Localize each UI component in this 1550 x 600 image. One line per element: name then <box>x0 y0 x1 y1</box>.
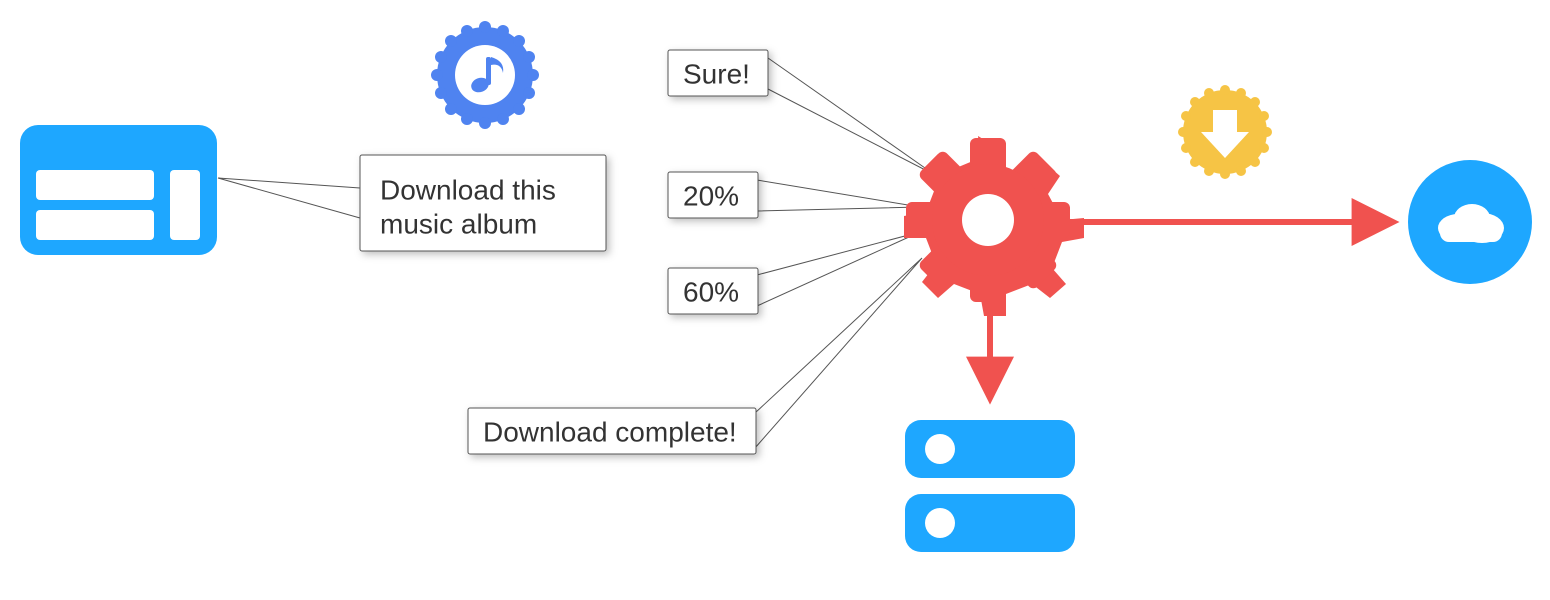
callout-20: 20% <box>668 172 758 218</box>
callout-60-text: 60% <box>683 276 739 307</box>
music-note-badge-icon <box>431 21 539 129</box>
gear-icon <box>904 136 1084 316</box>
callout-request-line2: music album <box>380 208 537 239</box>
download-arrow-badge-icon <box>1178 85 1272 179</box>
callout-complete: Download complete! <box>468 408 756 454</box>
callout-request-line1: Download this <box>380 174 556 205</box>
storage-stack-icon <box>905 420 1075 552</box>
callout-sure: Sure! <box>668 50 768 96</box>
callout-pointers <box>218 58 935 448</box>
callout-sure-text: Sure! <box>683 58 750 89</box>
app-window-icon <box>20 125 217 255</box>
callout-60: 60% <box>668 268 758 314</box>
diagram-canvas: Download this music album Sure! 20% 60% … <box>0 0 1550 600</box>
cloud-circle-icon <box>1408 160 1532 284</box>
callout-request: Download this music album <box>360 155 606 251</box>
callout-20-text: 20% <box>683 180 739 211</box>
callout-complete-text: Download complete! <box>483 416 737 447</box>
